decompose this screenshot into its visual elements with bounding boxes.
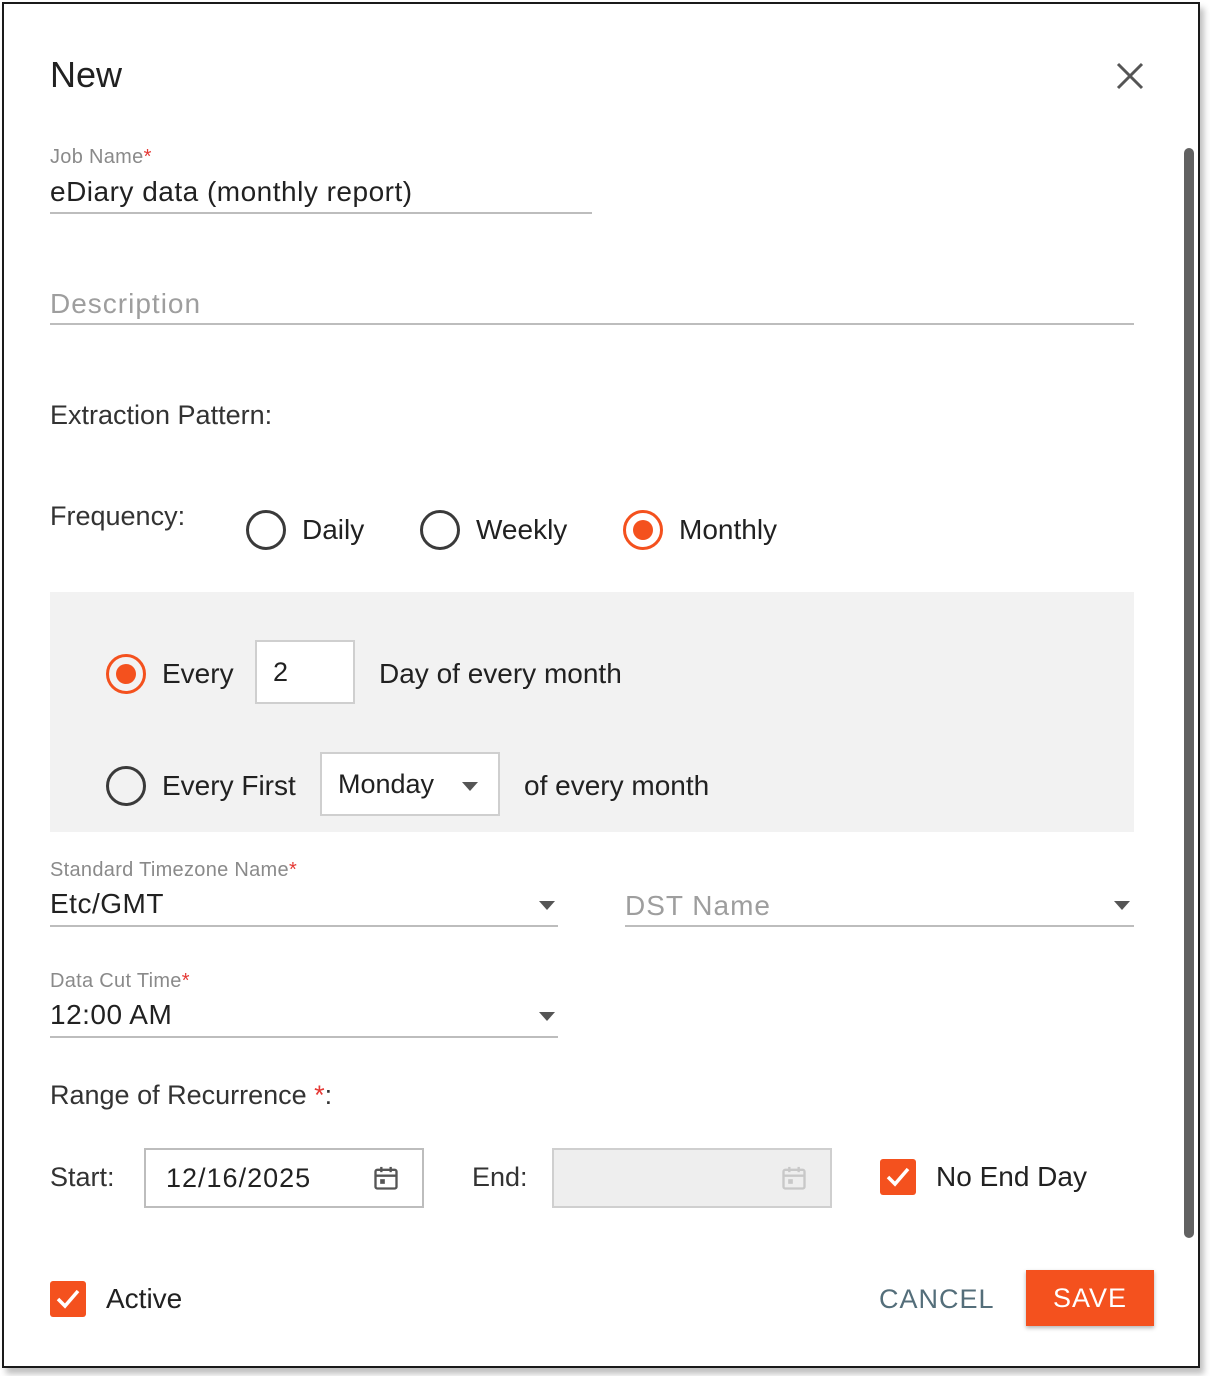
data-cut-time-label: Data Cut Time* (50, 970, 190, 992)
frequency-weekly-radio[interactable] (420, 510, 460, 550)
every-day-label[interactable]: Every (162, 658, 234, 690)
data-cut-time-select[interactable]: 12:00 AM (50, 999, 520, 1031)
end-date-label: End: (472, 1162, 528, 1192)
every-first-label[interactable]: Every First (162, 770, 296, 802)
range-of-recurrence-label: Range of Recurrence *: (50, 1080, 333, 1110)
start-date-input[interactable]: 12/16/2025 (144, 1148, 424, 1208)
timezone-select[interactable]: Etc/GMT (50, 888, 520, 920)
calendar-icon[interactable] (372, 1164, 400, 1192)
job-name-underline (50, 212, 592, 214)
start-date-value: 12/16/2025 (166, 1163, 312, 1193)
chevron-down-icon[interactable] (1114, 901, 1130, 910)
end-date-input (552, 1148, 832, 1208)
job-name-label: Job Name* (50, 146, 152, 168)
extraction-pattern-heading: Extraction Pattern: (50, 400, 273, 430)
check-icon (56, 1289, 80, 1309)
weekday-select-value: Monday (338, 769, 435, 799)
every-day-radio[interactable] (106, 654, 146, 694)
dst-underline (625, 925, 1134, 927)
no-end-day-label[interactable]: No End Day (936, 1161, 1087, 1193)
frequency-weekly-label[interactable]: Weekly (476, 514, 567, 546)
monthly-options-panel: Every 2 Day of every month Every First M… (50, 592, 1134, 832)
active-label[interactable]: Active (106, 1283, 182, 1315)
scrollbar[interactable] (1184, 148, 1194, 1238)
frequency-label: Frequency: (50, 501, 186, 531)
every-day-number-input[interactable]: 2 (255, 640, 355, 704)
chevron-down-icon[interactable] (539, 1012, 555, 1021)
chevron-down-icon[interactable] (539, 901, 555, 910)
frequency-monthly-label[interactable]: Monthly (679, 514, 777, 546)
frequency-daily-radio[interactable] (246, 510, 286, 550)
dst-select[interactable]: DST Name (625, 890, 1095, 922)
cancel-button[interactable]: CANCEL (879, 1284, 995, 1315)
new-job-dialog: New Job Name* eDiary data (monthly repor… (2, 2, 1200, 1368)
job-name-input[interactable]: eDiary data (monthly report) (50, 176, 590, 208)
check-icon (886, 1167, 910, 1187)
description-underline (50, 323, 1134, 325)
every-first-radio[interactable] (106, 766, 146, 806)
frequency-monthly-radio[interactable] (623, 510, 663, 550)
description-input[interactable]: Description (50, 288, 1134, 320)
weekday-select[interactable]: Monday (320, 752, 500, 816)
close-icon[interactable] (1112, 58, 1148, 94)
start-date-label: Start: (50, 1162, 115, 1192)
dialog-title: New (50, 54, 123, 95)
timezone-underline (50, 925, 558, 927)
every-day-suffix: Day of every month (379, 658, 622, 689)
timezone-label: Standard Timezone Name* (50, 859, 298, 881)
frequency-daily-label[interactable]: Daily (302, 514, 364, 546)
active-checkbox[interactable] (50, 1281, 86, 1317)
chevron-down-icon (462, 782, 478, 791)
no-end-day-checkbox[interactable] (880, 1159, 916, 1195)
every-first-suffix: of every month (524, 770, 710, 801)
calendar-icon (782, 1166, 806, 1190)
data-cut-time-underline (50, 1036, 558, 1038)
save-button[interactable]: SAVE (1026, 1270, 1154, 1326)
